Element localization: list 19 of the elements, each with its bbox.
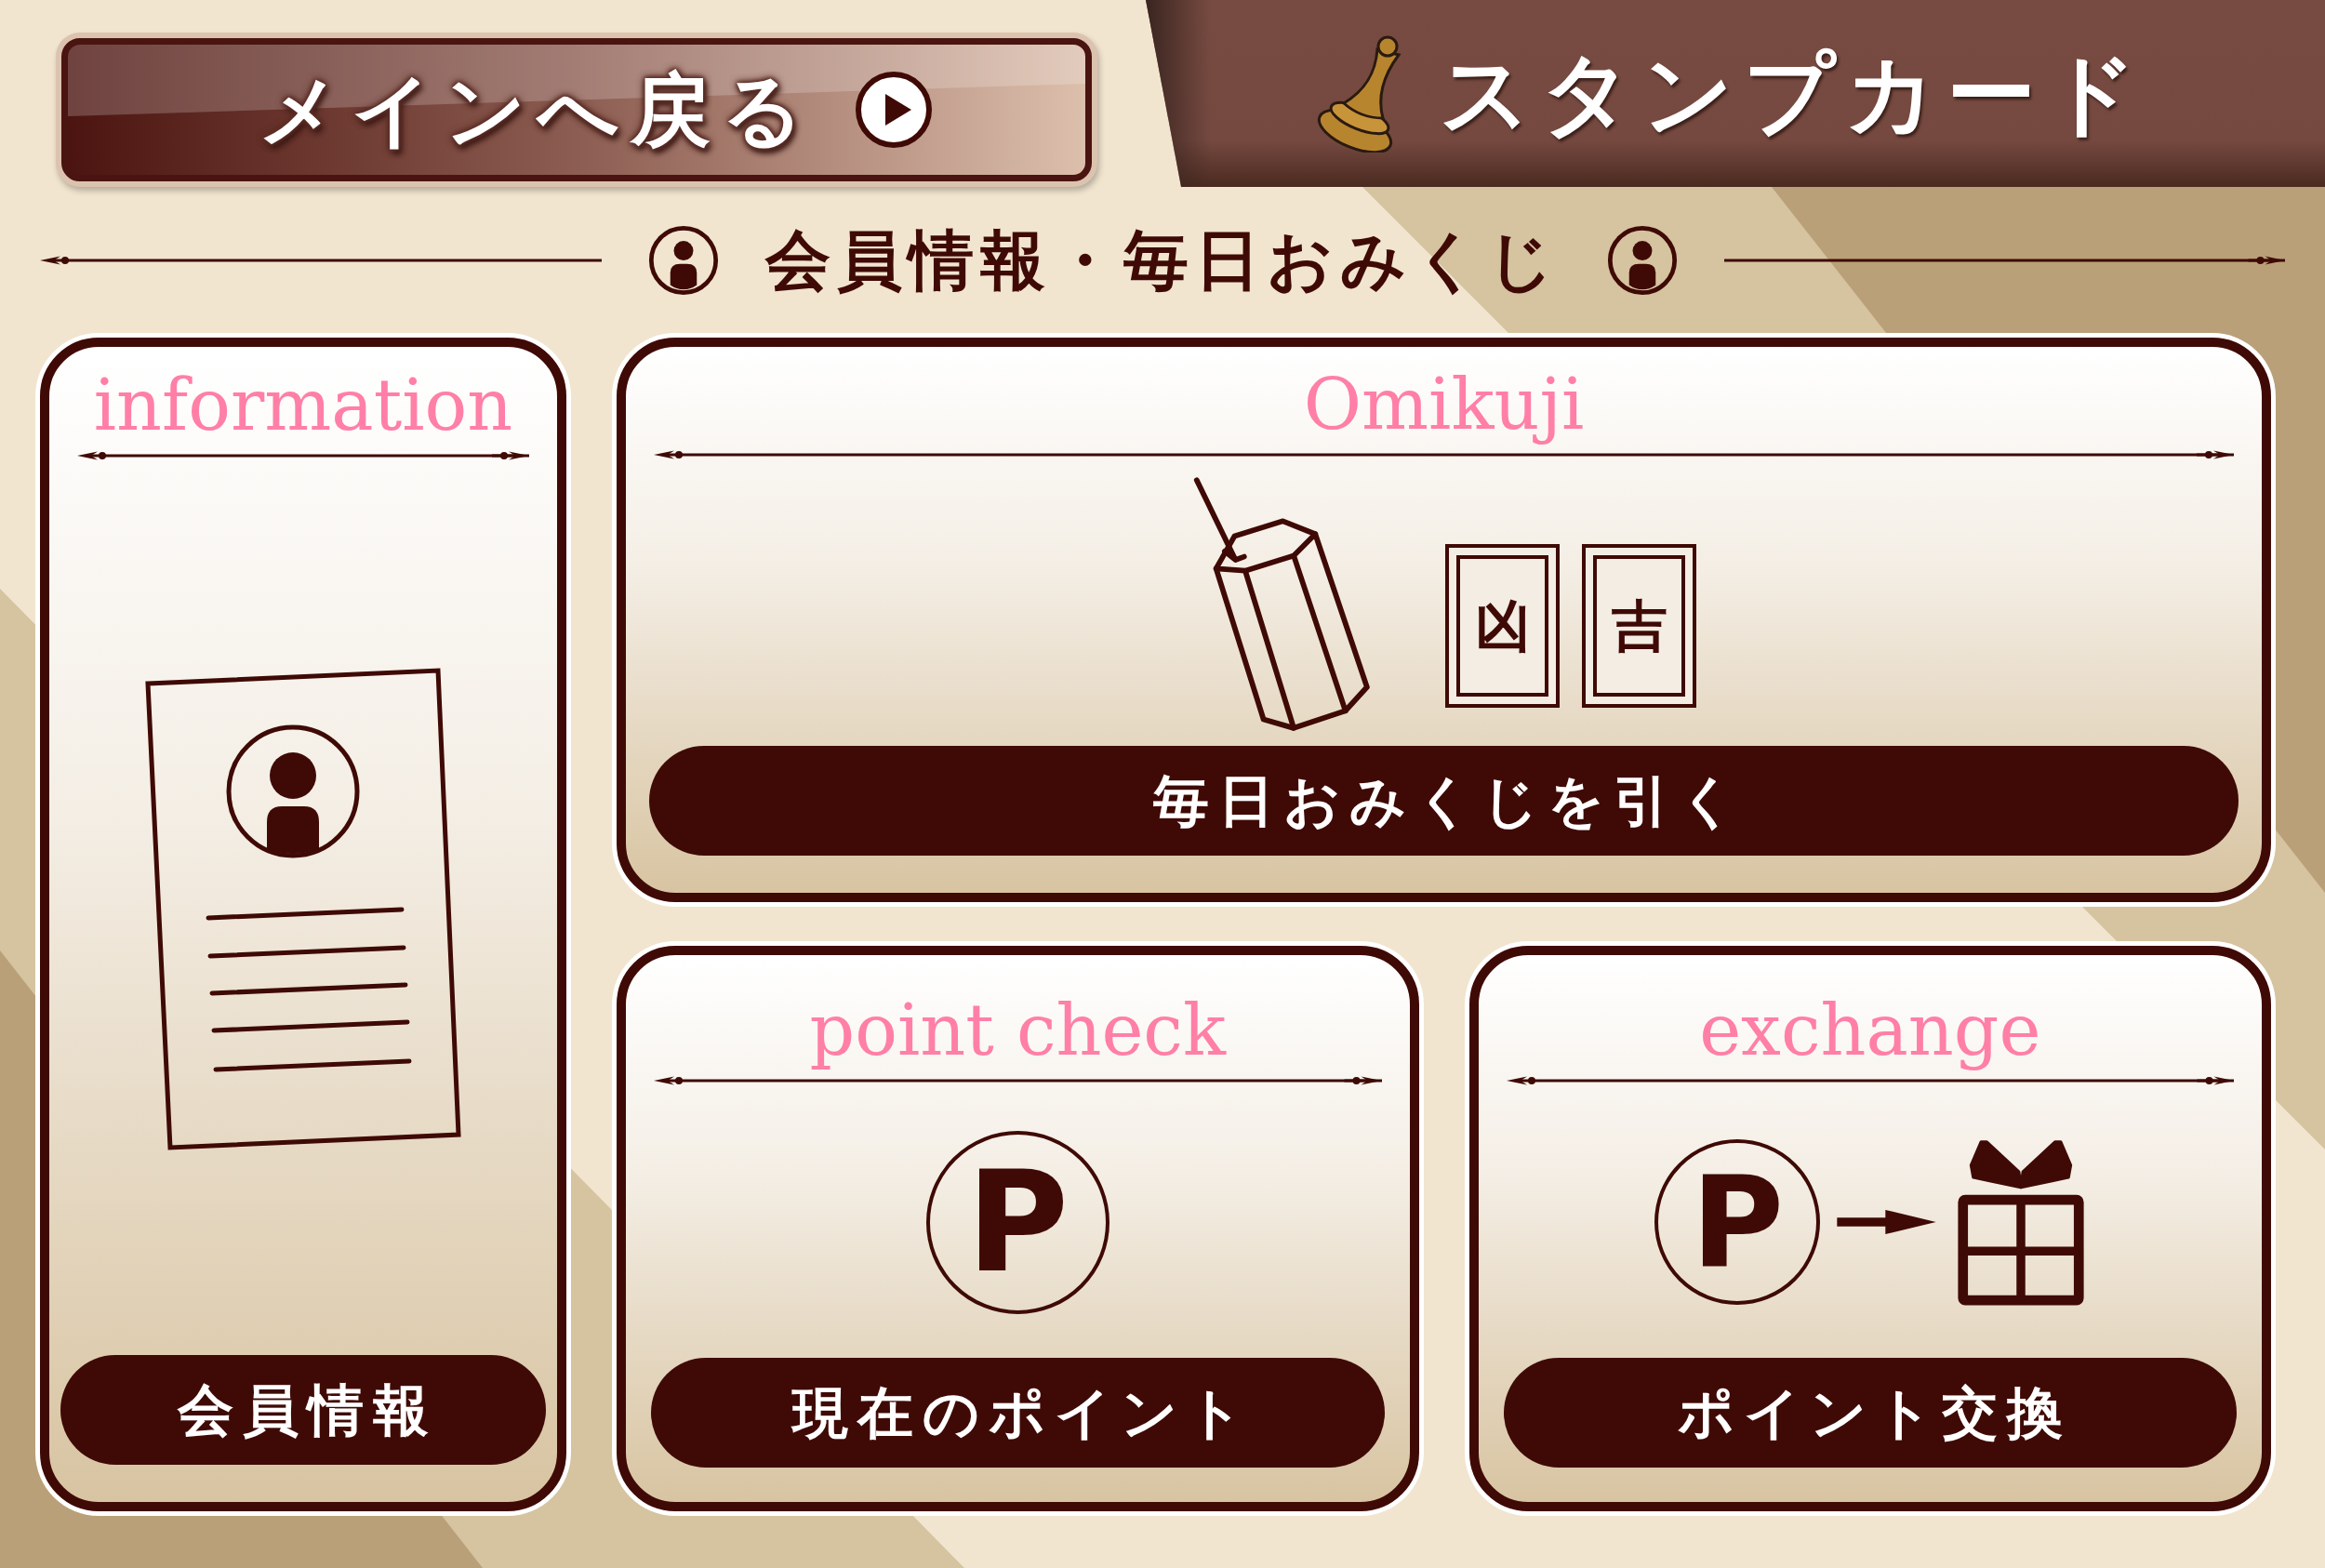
member-info-button[interactable]: 会員情報 [60,1355,546,1465]
current-points-button[interactable]: 現在のポイント [651,1358,1385,1468]
stamp-icon [1316,34,1403,153]
play-icon [854,71,933,149]
arrow-icon [1837,1210,1937,1235]
back-button[interactable]: メインへ戻る [56,33,1097,187]
fortune-slip: 凶 [1445,543,1560,708]
fortune-slip: 吉 [1582,543,1696,708]
card-title: point check [809,988,1226,1073]
draw-omikuji-button[interactable]: 毎日おみくじを引く [649,746,2239,856]
banner-title: スタンプカード [1440,48,2147,139]
exchange-points-button[interactable]: ポイント交換 [1503,1358,2237,1468]
person-icon [1606,224,1678,296]
person-icon [647,224,719,296]
card-title: Omikuji [1303,362,1585,447]
card-title: exchange [1699,988,2041,1073]
point-symbol: P [1654,1139,1821,1306]
point-symbol: P [925,1130,1109,1314]
card-title: information [93,363,513,448]
